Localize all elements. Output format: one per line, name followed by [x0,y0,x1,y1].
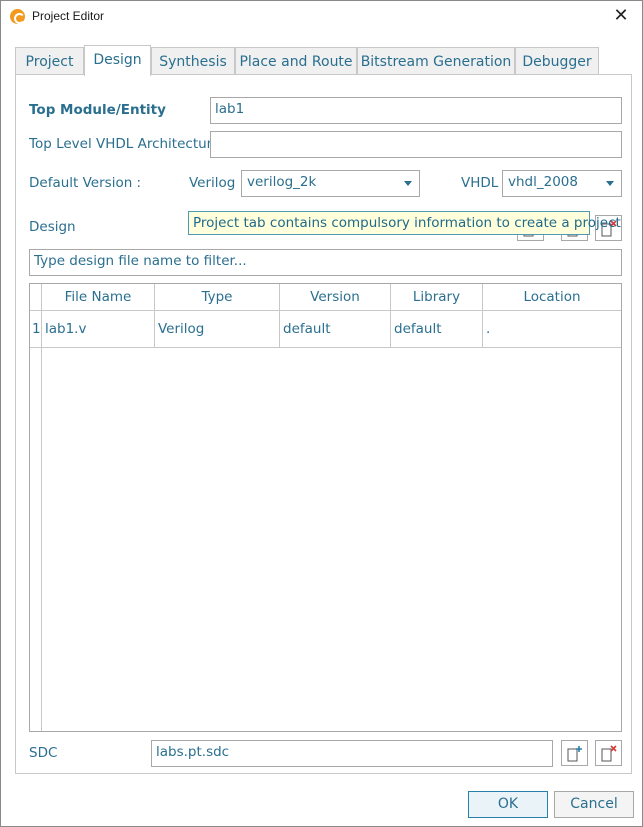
design-files-table: File Name Type Version Library Location … [29,283,622,732]
vhdl-label: VHDL [461,175,499,191]
top-module-input[interactable]: lab1 [210,97,622,124]
tooltip: Project tab contains compulsory informat… [188,211,621,235]
table-header: File Name Type Version Library Location [30,284,621,311]
title-bar: Project Editor ✕ [1,1,642,32]
cell-file-name[interactable]: lab1.v [42,311,155,347]
vhdl-architecture-label: Top Level VHDL Architecture [29,136,221,152]
cell-library[interactable]: default [391,311,483,347]
chevron-down-icon [404,181,412,186]
vhdl-version-select[interactable]: vhdl_2008 [502,170,622,197]
column-header-version[interactable]: Version [280,284,391,310]
tab-project[interactable]: Project [15,47,84,76]
chevron-down-icon [606,181,614,186]
row-number-header [30,284,42,310]
column-header-location[interactable]: Location [483,284,621,310]
default-version-label: Default Version : [29,175,142,191]
table-row[interactable]: lab1.v Verilog default default . [30,311,621,348]
tab-debugger[interactable]: Debugger [515,47,599,76]
sdc-label: SDC [29,745,58,761]
cell-location[interactable]: . [483,311,621,347]
project-editor-window: Project Editor ✕ Project Design Synthesi… [0,0,643,827]
verilog-version-select[interactable]: verilog_2k [241,170,420,197]
sdc-file-input[interactable]: labs.pt.sdc [151,740,553,767]
ok-button[interactable]: OK [468,791,548,818]
design-files-label: Design [29,219,76,235]
add-sdc-file-button[interactable] [561,740,588,766]
design-filter-input[interactable]: Type design file name to filter... [29,249,622,276]
top-module-label: Top Module/Entity [29,102,166,118]
verilog-version-value: verilog_2k [247,174,317,190]
row-number-column: 1 [30,311,42,731]
tab-synthesis[interactable]: Synthesis [151,47,235,76]
cancel-button[interactable]: Cancel [554,791,634,818]
remove-file-icon [601,745,617,762]
close-window-button[interactable]: ✕ [604,4,638,28]
tab-design[interactable]: Design [84,45,151,76]
column-header-library[interactable]: Library [391,284,483,310]
column-header-file-name[interactable]: File Name [42,284,155,310]
vhdl-version-value: vhdl_2008 [508,174,578,190]
tab-bitstream-generation[interactable]: Bitstream Generation [357,47,515,76]
add-file-icon [567,746,582,762]
cell-type[interactable]: Verilog [155,311,280,347]
column-header-type[interactable]: Type [155,284,280,310]
cell-version[interactable]: default [280,311,391,347]
window-title: Project Editor [32,9,105,23]
app-logo-icon [10,9,25,24]
verilog-label: Verilog [189,175,236,191]
tab-place-and-route[interactable]: Place and Route [235,47,357,76]
remove-sdc-file-button[interactable] [595,740,622,766]
vhdl-architecture-input[interactable] [210,131,622,158]
